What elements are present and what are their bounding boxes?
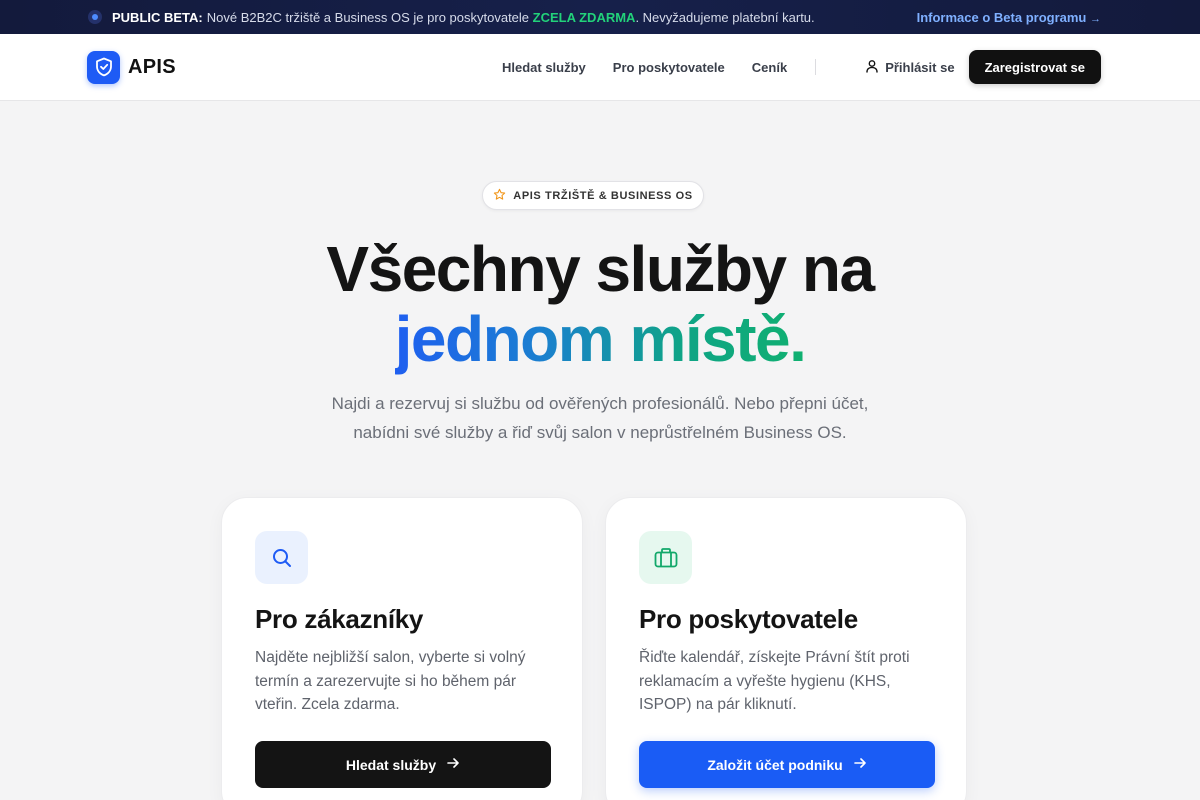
site-header: APIS Hledat služby Pro poskytovatele Cen… — [0, 34, 1200, 101]
hero-title-line1: Všechny služby na — [326, 233, 875, 305]
user-icon — [865, 59, 879, 76]
provider-card: Pro poskytovatele Řiďte kalendář, získej… — [605, 497, 967, 800]
logo-text: APIS — [128, 55, 176, 78]
main-nav: Hledat služby Pro poskytovatele Ceník Př… — [502, 50, 1101, 84]
hero-title: Všechny služby na jednom místě. — [0, 234, 1200, 374]
search-services-label: Hledat služby — [345, 756, 437, 773]
beta-label: PUBLIC BETA: — [112, 9, 203, 25]
provider-card-title: Pro poskytovatele — [639, 604, 858, 634]
beta-text: Nové B2B2C tržiště a Business OS je pro … — [206, 9, 815, 25]
hero-badge-label: APIS TRŽIŠTĚ & BUSINESS OS — [513, 189, 693, 202]
nav-link-pricing[interactable]: Ceník — [752, 60, 787, 75]
create-business-account-button[interactable]: Založit účet podniku — [639, 741, 935, 788]
briefcase-icon — [639, 531, 692, 584]
create-business-account-label: Založit účet podniku — [707, 756, 843, 773]
shield-check-icon — [87, 50, 120, 84]
search-services-button[interactable]: Hledat služby — [255, 741, 551, 788]
beta-banner: PUBLIC BETA: Nové B2B2C tržiště a Busine… — [0, 0, 1200, 34]
nav-link-for-providers[interactable]: Pro poskytovatele — [613, 60, 725, 75]
hero-subtitle: Najdi a rezervuj si službu od ověřených … — [331, 394, 869, 442]
star-icon — [493, 188, 506, 204]
register-button[interactable]: Zaregistrovat se — [968, 50, 1101, 84]
nav-divider — [815, 59, 817, 75]
logo[interactable]: APIS — [87, 50, 176, 84]
hero-badge: APIS TRŽIŠTĚ & BUSINESS OS — [482, 181, 704, 210]
provider-card-description: Řiďte kalendář, získejte Právní štít pro… — [639, 649, 910, 713]
hero-title-accent: jednom místě. — [394, 303, 807, 375]
customer-card: Pro zákazníky Najděte nejbližší salon, v… — [221, 497, 583, 800]
beta-info-link[interactable]: Informace o Beta programu → — [917, 10, 1101, 25]
customer-card-title: Pro zákazníky — [255, 604, 424, 634]
status-dot-icon — [88, 10, 102, 24]
search-icon — [255, 531, 308, 584]
beta-highlight: ZCELA ZDARMA — [532, 9, 636, 25]
arrow-right-icon — [853, 756, 867, 773]
login-label: Přihlásit se — [885, 59, 955, 75]
login-link[interactable]: Přihlásit se — [865, 59, 955, 76]
nav-link-search-services[interactable]: Hledat služby — [502, 60, 586, 75]
arrow-right-icon — [446, 756, 460, 773]
arrow-right-icon: → — [1090, 12, 1101, 25]
customer-card-description: Najděte nejbližší salon, vyberte si voln… — [255, 649, 526, 713]
